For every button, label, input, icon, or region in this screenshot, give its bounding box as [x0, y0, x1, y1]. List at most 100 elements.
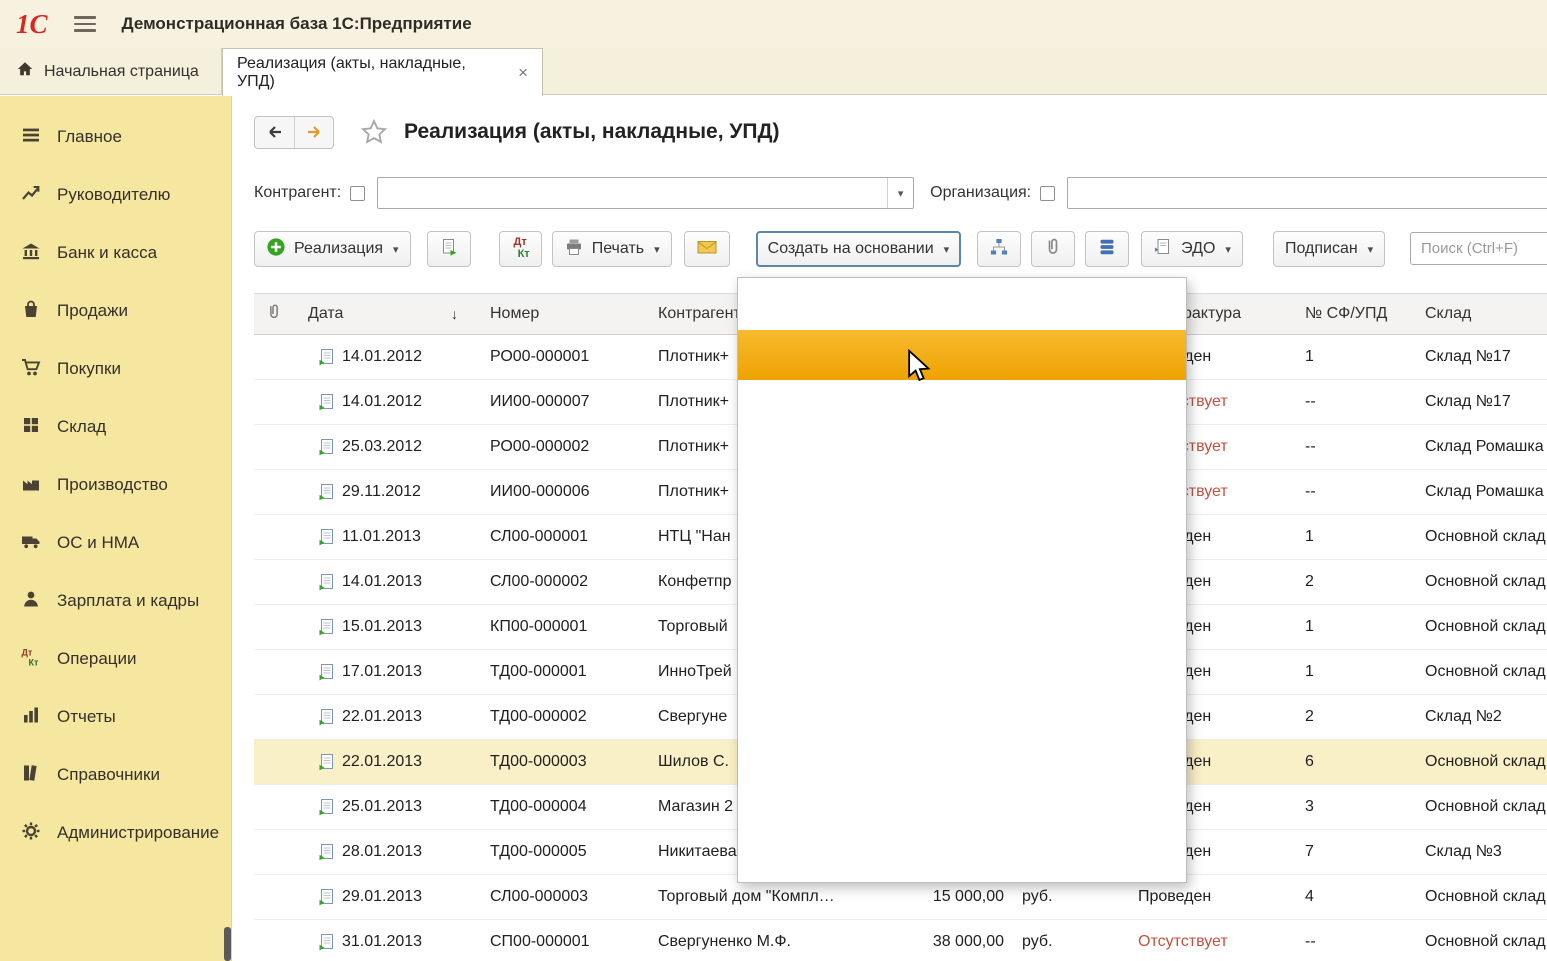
dtkt-icon: ДтКт: [20, 646, 42, 673]
sidebar-item-proizvodstvo[interactable]: Производство: [0, 456, 231, 514]
sidebar-item-sklad[interactable]: Склад: [0, 398, 231, 456]
sidebar-item-zarplata-i-kadry[interactable]: Зарплата и кадры: [0, 572, 231, 630]
tab-realization-label: Реализация (акты, накладные, УПД): [237, 55, 506, 91]
paperclip-icon: [265, 303, 283, 326]
counterparty-filter-checkbox[interactable]: [350, 186, 365, 201]
close-icon[interactable]: ×: [518, 63, 528, 83]
sidebar-item-os-i-nma[interactable]: ОС и НМА: [0, 514, 231, 572]
show-postings-button[interactable]: Дт Кт: [499, 231, 542, 267]
reports-button[interactable]: [1085, 231, 1129, 267]
chevron-down-icon: ▾: [1225, 243, 1231, 256]
document-posted-icon: [318, 933, 335, 951]
tab-realization[interactable]: Реализация (акты, накладные, УПД) ×: [222, 48, 543, 96]
counterparty-filter-input[interactable]: ▾: [377, 177, 914, 209]
chevron-down-icon: ▾: [1368, 243, 1374, 256]
trend-icon: [20, 182, 42, 209]
chevron-down-icon: ▾: [654, 243, 660, 256]
document-posted-icon: [318, 348, 335, 366]
col-number[interactable]: Номер: [480, 305, 650, 323]
sidebar-item-prodazhi[interactable]: Продажи: [0, 282, 231, 340]
structure-icon: [989, 237, 1009, 262]
document-posted-icon: [318, 438, 335, 456]
menu-item[interactable]: [738, 680, 1186, 730]
document-posted-icon: [318, 753, 335, 771]
sidebar-scrollbar-thumb[interactable]: [224, 927, 231, 961]
person-icon: [20, 588, 42, 615]
sort-desc-icon: ↓: [451, 306, 458, 322]
edo-button[interactable]: ЭДО ▾: [1141, 231, 1243, 267]
report-list-icon: [1097, 237, 1117, 262]
menu-item[interactable]: [738, 630, 1186, 680]
sidebar-item-administrirovanie[interactable]: Администрирование: [0, 804, 231, 862]
col-sf-upd[interactable]: № СФ/УПД: [1285, 305, 1415, 323]
tab-home[interactable]: Начальная страница: [0, 48, 222, 95]
attachments-button[interactable]: [1031, 231, 1075, 267]
menu-item[interactable]: [738, 430, 1186, 480]
envelope-icon: [696, 237, 718, 262]
main-menu-icon[interactable]: [74, 16, 96, 32]
document-posted-icon: [318, 663, 335, 681]
create-realization-button[interactable]: Реализация ▾: [254, 231, 411, 267]
menu-item[interactable]: [738, 830, 1186, 880]
svg-text:Дт: Дт: [22, 647, 33, 657]
sidebar-item-rukovoditelyu[interactable]: Руководителю: [0, 166, 231, 224]
send-email-button[interactable]: [684, 231, 730, 267]
sidebar-item-otchety[interactable]: Отчеты: [0, 688, 231, 746]
menu-item[interactable]: [738, 730, 1186, 780]
favorite-star-icon[interactable]: [360, 118, 388, 146]
sidebar-item-spravochniki[interactable]: Справочники: [0, 746, 231, 804]
gear-icon: [20, 820, 42, 847]
menu-item[interactable]: [738, 580, 1186, 630]
related-documents-button[interactable]: [977, 231, 1021, 267]
menu-item[interactable]: [738, 330, 1186, 380]
document-posted-icon: [318, 483, 335, 501]
organization-filter-input[interactable]: [1067, 177, 1547, 209]
menu-item[interactable]: [738, 280, 1186, 330]
signed-filter-button[interactable]: Подписан ▾: [1273, 231, 1385, 267]
books-icon: [20, 762, 42, 789]
truck-icon: [20, 530, 42, 557]
page-title: Реализация (акты, накладные, УПД): [404, 120, 779, 144]
document-posted-icon: [318, 573, 335, 591]
chevron-down-icon[interactable]: ▾: [887, 178, 913, 208]
invoice-status: Отсутствует: [1120, 933, 1285, 951]
menu-item[interactable]: [738, 480, 1186, 530]
document-posted-icon: [318, 708, 335, 726]
forward-button[interactable]: [294, 117, 333, 148]
menu-icon: [20, 124, 42, 151]
sidebar-item-glavnoe[interactable]: Главное: [0, 108, 231, 166]
organization-filter-label: Организация:: [930, 184, 1031, 202]
sidebar-item-bank-i-kassa[interactable]: Банк и касса: [0, 224, 231, 282]
bar-chart-icon: [20, 704, 42, 731]
menu-item[interactable]: [738, 380, 1186, 430]
sidebar-item-pokupki[interactable]: Покупки: [0, 340, 231, 398]
col-warehouse[interactable]: Склад: [1415, 305, 1547, 323]
paperclip-icon: [1043, 237, 1063, 262]
bank-icon: [20, 240, 42, 267]
document-posted-icon: [318, 393, 335, 411]
invoice-status: Проведен: [1120, 888, 1285, 906]
organization-filter-checkbox[interactable]: [1040, 186, 1055, 201]
sidebar-item-operacii[interactable]: ДтКт Операции: [0, 630, 231, 688]
chevron-down-icon: ▾: [944, 243, 950, 256]
table-row[interactable]: 31.01.2013 СП00-000001 Свергуненко М.Ф. …: [254, 920, 1547, 961]
create-based-on-button[interactable]: Создать на основании ▾: [756, 231, 962, 267]
1c-logo-icon: 1С: [16, 11, 48, 38]
search-input[interactable]: [1410, 232, 1547, 265]
back-button[interactable]: [255, 117, 294, 148]
menu-item[interactable]: [738, 530, 1186, 580]
plus-circle-icon: [266, 237, 286, 262]
print-button[interactable]: Печать ▾: [552, 231, 672, 267]
dtkt-icon: Дт Кт: [511, 237, 530, 260]
home-icon: [16, 60, 34, 83]
col-date[interactable]: Дата ↓: [294, 305, 480, 323]
document-posted-icon: [318, 888, 335, 906]
menu-item[interactable]: [738, 780, 1186, 830]
document-posted-icon: [318, 528, 335, 546]
tab-home-label: Начальная страница: [44, 63, 199, 81]
top-bar: 1С Демонстрационная база 1С:Предприятие: [0, 0, 1547, 48]
col-attachment[interactable]: [254, 303, 294, 326]
copy-document-button[interactable]: [427, 231, 471, 267]
edo-document-icon: [1153, 237, 1173, 262]
create-based-on-menu: [737, 277, 1187, 883]
